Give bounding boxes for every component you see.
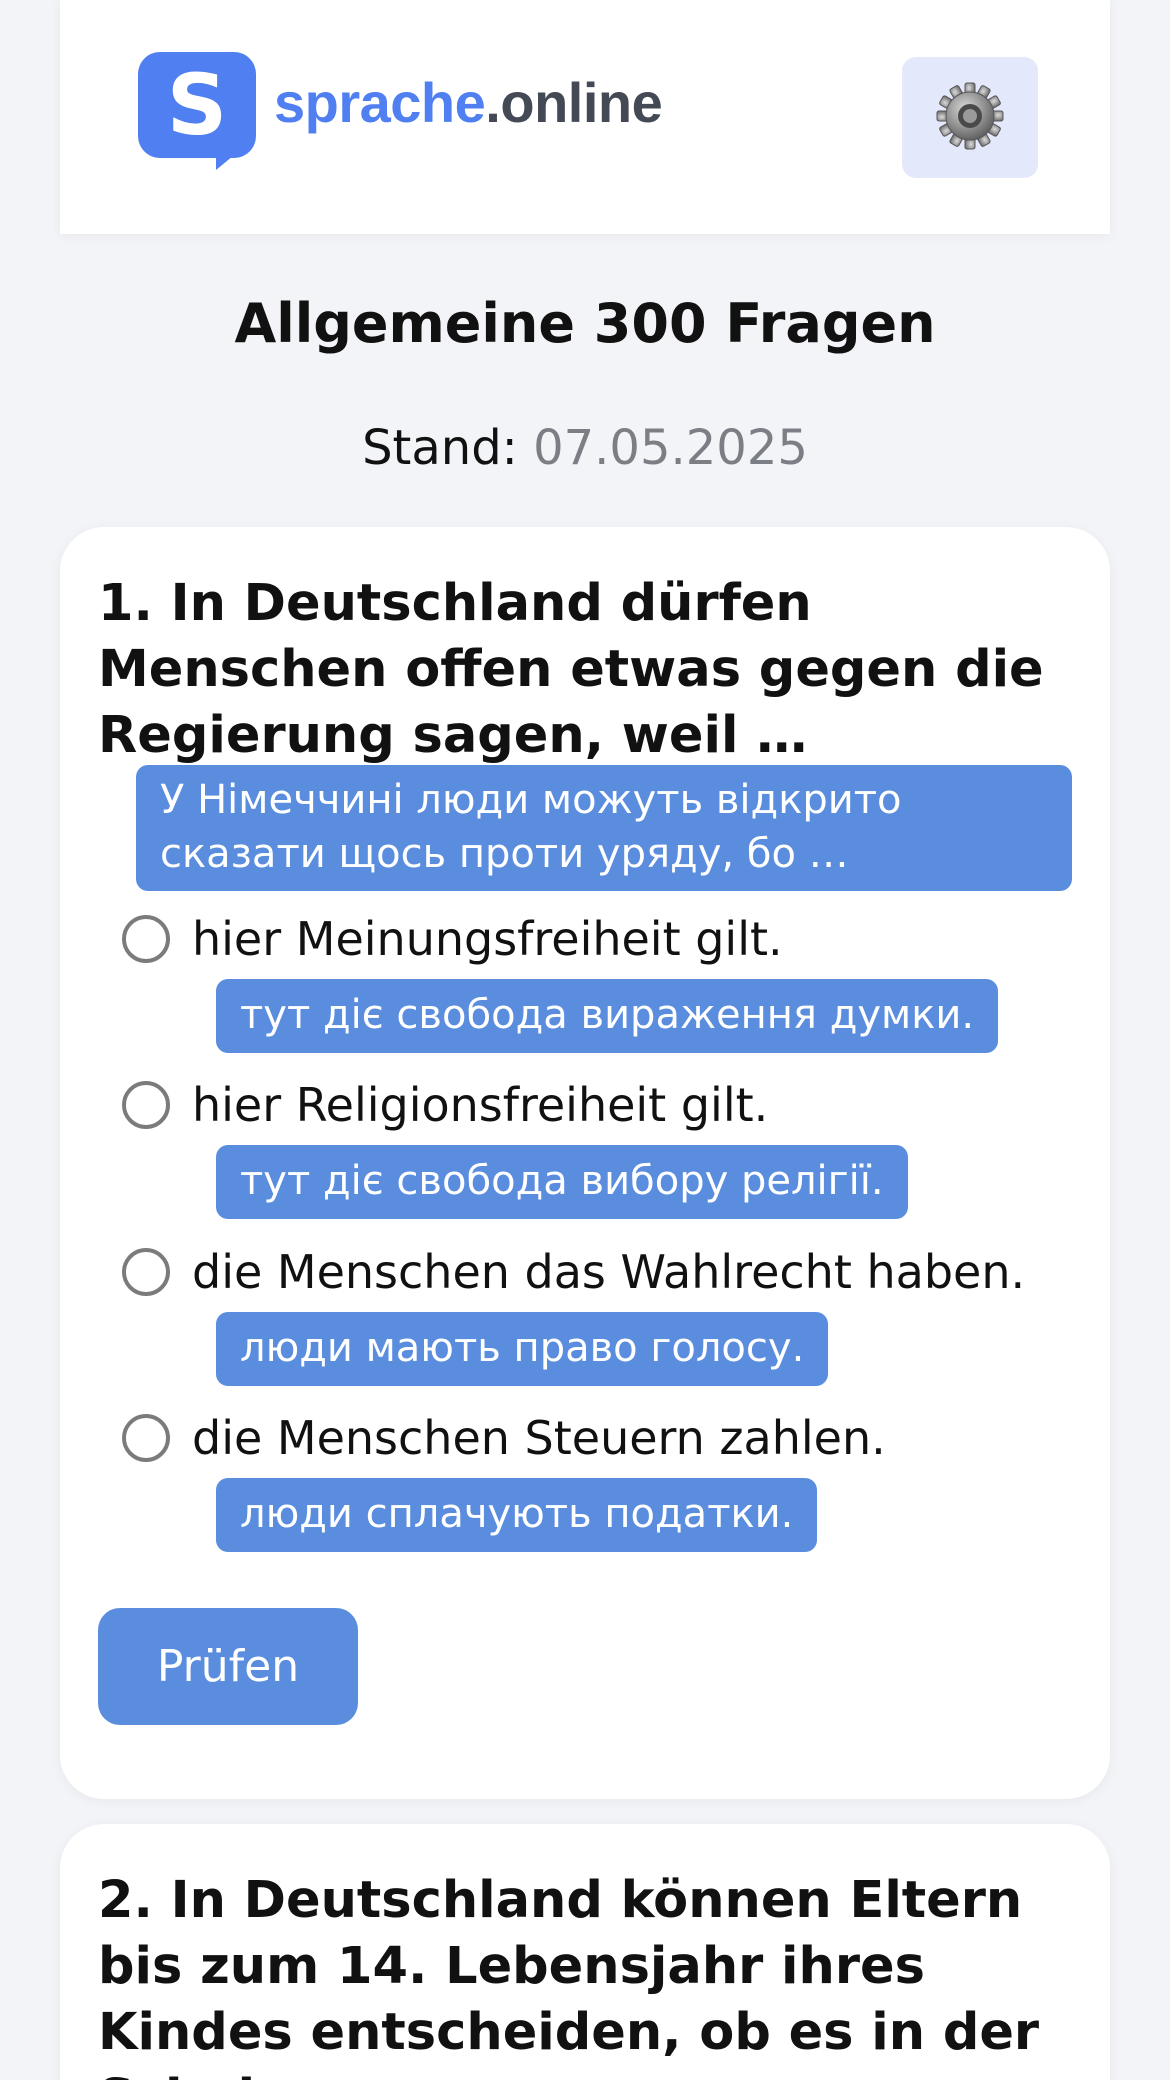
option-translation: тут діє свобода вираження думки. [216, 979, 999, 1053]
gear-icon [934, 80, 1006, 156]
option-translation: тут діє свобода вибору релігії. [216, 1145, 908, 1219]
option-text: hier Meinungsfreiheit gilt. [192, 912, 783, 966]
logo-text-part2: .online [485, 70, 663, 134]
answer-option[interactable]: die Menschen das Wahlrecht haben. люди м… [122, 1244, 1072, 1386]
stand-date: 07.05.2025 [533, 420, 808, 476]
option-text: die Menschen das Wahlrecht haben. [192, 1245, 1026, 1299]
answer-option[interactable]: die Menschen Steuern zahlen. люди сплачу… [122, 1410, 1072, 1552]
option-translation: люди мають право голосу. [216, 1312, 829, 1386]
question-title: 2. In Deutschland können Eltern bis zum … [98, 1871, 1040, 2080]
radio-button[interactable] [122, 915, 170, 963]
answer-option[interactable]: hier Meinungsfreiheit gilt. тут діє своб… [122, 911, 1072, 1053]
logo-text-part1: sprache [274, 70, 486, 134]
question-title: 1. In Deutschland dürfen Menschen offen … [98, 574, 1044, 765]
logo-text: sprache.online [274, 70, 663, 135]
option-translation: люди сплачують податки. [216, 1478, 818, 1552]
stand-date-line: Stand: 07.05.2025 [0, 420, 1170, 476]
question-card: 1. In Deutschland dürfen Menschen offen … [60, 527, 1110, 1799]
logo-letter: S [166, 56, 228, 154]
radio-button[interactable] [122, 1414, 170, 1462]
header: S sprache.online [60, 0, 1110, 234]
settings-button[interactable] [902, 57, 1038, 178]
page: S sprache.online Allgemeine 300 Fragen S… [0, 0, 1170, 2080]
option-text: hier Religionsfreiheit gilt. [192, 1078, 769, 1132]
radio-button[interactable] [122, 1248, 170, 1296]
radio-button[interactable] [122, 1081, 170, 1129]
option-text: die Menschen Steuern zahlen. [192, 1411, 886, 1465]
question-card: 2. In Deutschland können Eltern bis zum … [60, 1824, 1110, 2080]
answer-option[interactable]: hier Religionsfreiheit gilt. тут діє сво… [122, 1077, 1072, 1219]
logo[interactable]: S sprache.online [138, 52, 663, 170]
page-title: Allgemeine 300 Fragen [234, 292, 936, 355]
stand-label: Stand: [362, 420, 518, 476]
check-button[interactable]: Prüfen [98, 1608, 358, 1725]
question-translation: У Німеччині люди можуть відкрито сказати… [136, 765, 1072, 891]
logo-mark: S [138, 52, 256, 170]
